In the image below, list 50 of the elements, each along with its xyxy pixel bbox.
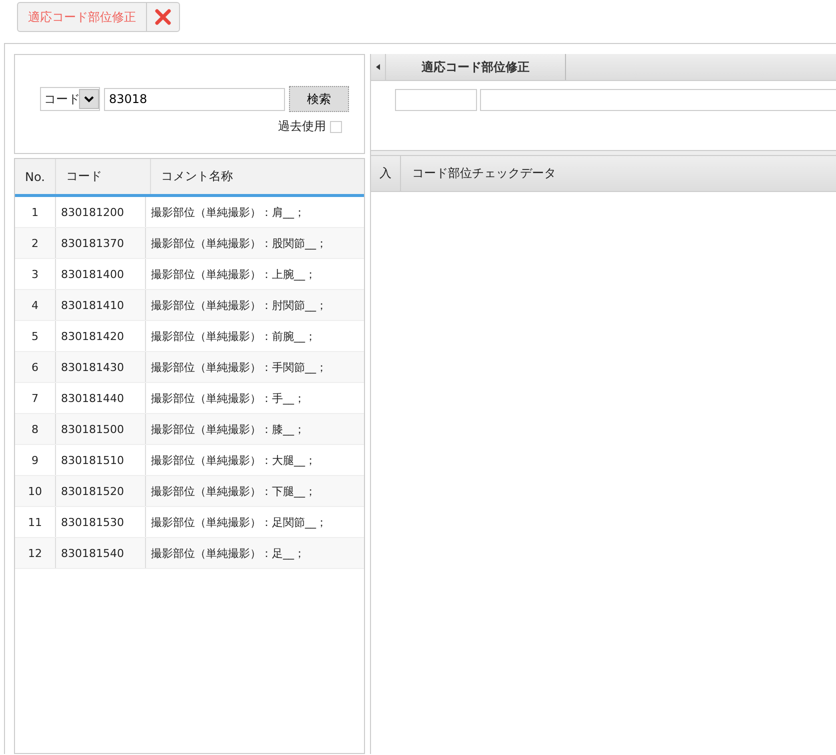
table-cell: 1: [15, 197, 56, 227]
table-cell-text: 撮影部位（単純撮影）：手__；: [150, 390, 306, 407]
table-cell: 2: [15, 228, 56, 258]
table-cell: 830181420: [56, 321, 146, 351]
table-cell: 830181410: [56, 290, 146, 320]
table-cell-text: 撮影部位（単純撮影）：下腿__；: [150, 484, 317, 500]
table-cell: 11: [15, 507, 56, 537]
dropdown-caret-icon[interactable]: [79, 89, 99, 109]
search-button[interactable]: 検索: [289, 86, 349, 112]
table-cell: 10: [15, 476, 56, 506]
table-cell: 830181430: [56, 352, 146, 382]
table-cell: 830181500: [56, 414, 146, 444]
table-cell: 3: [15, 259, 56, 289]
table-cell: 830181530: [56, 507, 146, 537]
table-cell: 6: [15, 352, 56, 382]
table-cell: 830181540: [56, 538, 146, 568]
table-cell: 830181440: [56, 383, 146, 413]
past-use-label: 過去使用: [278, 118, 326, 135]
column-header: No.: [15, 159, 56, 194]
table-cell: 7: [15, 383, 56, 413]
table-cell-text: 撮影部位（単純撮影）：肘関節__；: [150, 298, 328, 314]
column-header: コード部位チェックデータ: [411, 165, 557, 182]
table-cell: 8: [15, 414, 56, 444]
column-header: コメント名称: [160, 168, 234, 185]
table-cell: 830181510: [56, 445, 146, 475]
table-cell: 830181400: [56, 259, 146, 289]
table-cell-text: 撮影部位（単純撮影）：肩__；: [150, 204, 306, 221]
table-cell-text: 撮影部位（単純撮影）：膝__；: [150, 422, 306, 438]
table-cell-text: 撮影部位（単純撮影）：足関節__；: [150, 514, 328, 531]
past-use-checkbox[interactable]: [330, 120, 342, 132]
input-field[interactable]: [480, 89, 836, 111]
table-cell-text: 撮影部位（単純撮影）：股関節__；: [150, 236, 328, 252]
table-cell: 830181200: [56, 197, 146, 227]
column-header: 入: [371, 156, 401, 191]
table-cell-text: 撮影部位（単純撮影）：前腕__；: [150, 328, 317, 345]
table-cell: 4: [15, 290, 56, 320]
table-cell: 5: [15, 321, 56, 351]
table-cell: 12: [15, 538, 56, 568]
table-cell: 9: [15, 445, 56, 475]
page-title: 適応コード部位修正: [18, 3, 147, 31]
table-cell: 830181370: [56, 228, 146, 258]
search-type-select[interactable]: コード: [40, 87, 100, 111]
table-cell-text: 撮影部位（単純撮影）：大腿__；: [150, 452, 317, 469]
table-cell-text: 撮影部位（単純撮影）：足__；: [150, 546, 306, 562]
table-cell: 830181520: [56, 476, 146, 506]
input-field[interactable]: [395, 89, 477, 111]
table-cell-text: 撮影部位（単純撮影）：上腕__；: [150, 266, 317, 283]
search-field[interactable]: 83018: [104, 88, 285, 110]
column-header: コード: [56, 159, 151, 194]
table-cell-text: 撮影部位（単純撮影）：手関節__；: [150, 360, 328, 376]
